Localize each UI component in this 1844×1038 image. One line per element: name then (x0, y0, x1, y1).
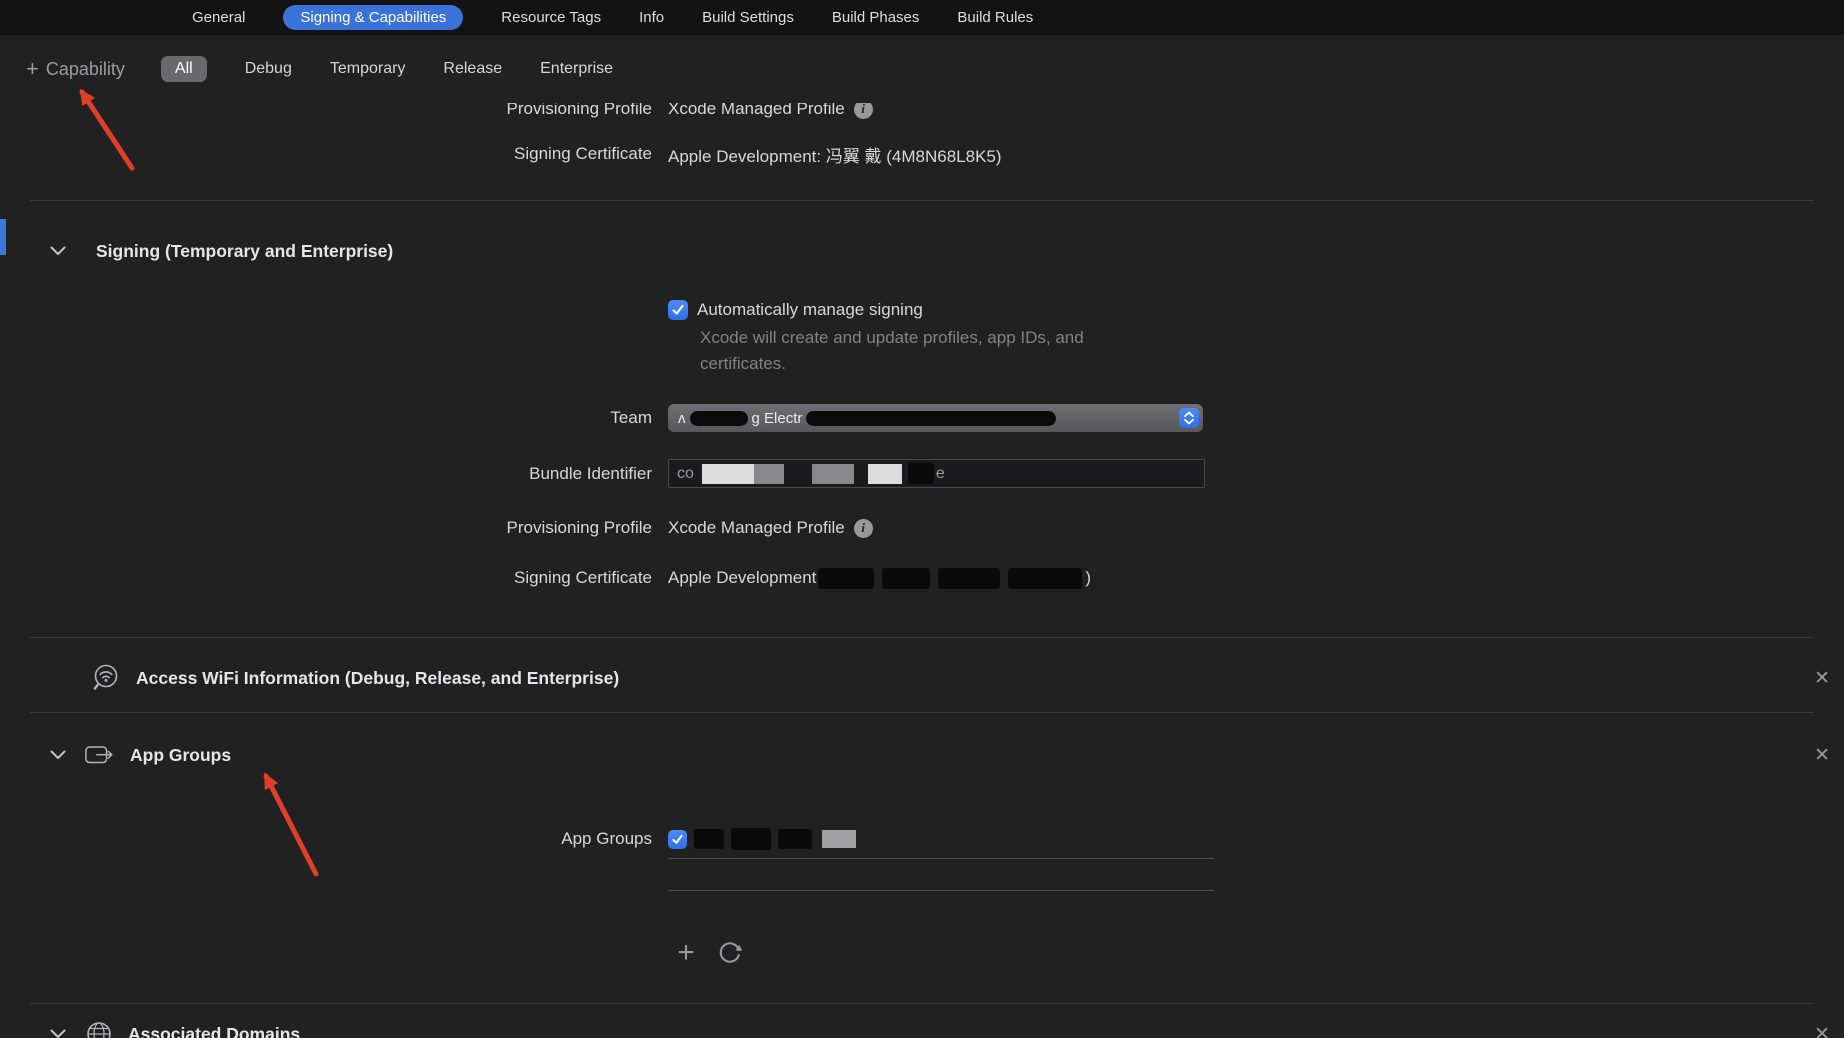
team-row: Team ʌ g Electr (0, 404, 1844, 432)
provisioning-profile-row: Provisioning Profile Xcode Managed Profi… (0, 511, 1844, 545)
info-icon[interactable]: i (853, 518, 873, 538)
team-visible-fragment: g Electr (751, 409, 803, 427)
provisioning-profile-label: Provisioning Profile (506, 518, 652, 537)
tab-info[interactable]: Info (639, 9, 664, 26)
disclosure-chevron-icon[interactable] (50, 750, 66, 760)
signing-certificate-label: Signing Certificate (514, 568, 652, 587)
add-app-group-button[interactable]: + (672, 938, 700, 968)
redaction-block (907, 463, 934, 484)
signing-certificate-label: Signing Certificate (514, 144, 652, 163)
signing-certificate-visible-prefix: Apple Development (668, 568, 817, 587)
bundle-identifier-row: Bundle Identifier co e (0, 459, 1844, 488)
bundle-id-visible-prefix: co (677, 464, 694, 482)
redaction-block (778, 829, 812, 849)
divider (30, 1003, 1814, 1004)
filter-debug[interactable]: Debug (245, 60, 292, 78)
redaction-block (1008, 567, 1083, 589)
configuration-filter: All Debug Temporary Release Enterprise (160, 56, 613, 82)
redaction-block (822, 830, 856, 848)
redaction-block (731, 828, 771, 850)
section-title: Associated Domains (128, 1023, 301, 1038)
signing-certificate-visible-suffix: ) (1085, 568, 1092, 587)
signing-certificate-row: Signing Certificate Apple Development ) (0, 561, 1844, 595)
remove-capability-icon[interactable]: ✕ (1814, 667, 1830, 690)
redaction-block (806, 410, 1057, 426)
auto-manage-signing-row: Automatically manage signing (0, 293, 1844, 327)
redaction-block (753, 463, 784, 484)
filter-enterprise[interactable]: Enterprise (540, 60, 613, 78)
refresh-app-groups-button[interactable] (716, 939, 744, 967)
tab-general[interactable]: General (192, 9, 245, 26)
app-groups-table-line (668, 858, 1214, 859)
redaction-block (689, 410, 748, 426)
app-groups-field-label: App Groups (561, 829, 652, 848)
team-redacted-fragment: ʌ (678, 409, 686, 427)
bundle-identifier-label: Bundle Identifier (529, 463, 652, 483)
section-access-wifi-information: Access WiFi Information (Debug, Release,… (0, 659, 1844, 697)
add-capability-label: Capability (45, 58, 125, 79)
redaction-block (818, 567, 875, 589)
disclosure-chevron-icon[interactable] (50, 1029, 66, 1038)
remove-capability-icon[interactable]: ✕ (1814, 1023, 1830, 1038)
bundle-id-visible-suffix: e (935, 464, 945, 482)
signing-certificate-value: Apple Development: 冯翼 戴 (4M8N68L8K5) (668, 146, 1002, 166)
section-app-groups: App Groups ✕ (0, 737, 1844, 773)
remove-capability-icon[interactable]: ✕ (1814, 744, 1830, 767)
auto-signing-note: Xcode will create and update profiles, a… (700, 328, 1084, 373)
signing-certificate-row-clipped: Signing Certificate Apple Development: 冯… (0, 136, 1844, 172)
disclosure-chevron-icon[interactable] (50, 246, 66, 256)
team-dropdown[interactable]: ʌ g Electr (668, 404, 1203, 432)
divider (30, 200, 1814, 201)
signing-capabilities-content: Provisioning Profile Xcode Managed Profi… (0, 103, 1844, 1038)
section-title: App Groups (130, 744, 232, 765)
redaction-block (938, 567, 1001, 589)
xcode-signing-capabilities-editor: General Signing & Capabilities Resource … (0, 0, 1844, 1038)
capability-toolbar: + Capability All Debug Temporary Release… (0, 35, 1844, 103)
redaction-block (867, 463, 902, 484)
provisioning-profile-value: Xcode Managed Profile (668, 518, 845, 537)
tab-build-settings[interactable]: Build Settings (702, 9, 794, 26)
app-groups-table-line (668, 890, 1214, 891)
auto-signing-checkbox[interactable] (668, 300, 688, 320)
dropdown-stepper-icon[interactable] (1179, 408, 1199, 428)
app-groups-actions: + (672, 938, 744, 968)
plus-icon: + (26, 56, 39, 81)
redaction-block (694, 829, 724, 849)
section-title: Access WiFi Information (Debug, Release,… (136, 667, 620, 688)
add-capability-button[interactable]: + Capability (26, 58, 125, 80)
filter-release[interactable]: Release (443, 60, 502, 78)
team-label: Team (610, 408, 652, 427)
app-groups-value-row: App Groups (0, 823, 1844, 855)
tab-resource-tags[interactable]: Resource Tags (501, 9, 601, 26)
left-accent-strip (0, 219, 6, 255)
app-groups-icon (84, 743, 116, 767)
auto-signing-label: Automatically manage signing (697, 300, 923, 319)
bundle-identifier-field[interactable]: co e (668, 459, 1205, 488)
tab-build-phases[interactable]: Build Phases (832, 9, 920, 26)
wifi-search-icon (90, 662, 122, 694)
section-title: Signing (Temporary and Enterprise) (96, 240, 394, 261)
info-icon[interactable]: i (853, 103, 873, 119)
filter-all[interactable]: All (160, 56, 207, 82)
redaction-block (882, 567, 931, 589)
provisioning-profile-label: Provisioning Profile (506, 103, 652, 118)
provisioning-profile-row-clipped: Provisioning Profile Xcode Managed Profi… (0, 103, 1844, 127)
app-group-checkbox[interactable] (668, 829, 687, 849)
globe-icon (84, 1019, 114, 1038)
project-tab-bar: General Signing & Capabilities Resource … (0, 0, 1844, 35)
section-associated-domains: Associated Domains ✕ (0, 1016, 1844, 1038)
divider (30, 712, 1814, 713)
tab-signing-capabilities[interactable]: Signing & Capabilities (283, 5, 464, 30)
section-signing-temporary-enterprise: Signing (Temporary and Enterprise) (0, 233, 1844, 269)
tab-build-rules[interactable]: Build Rules (957, 9, 1033, 26)
filter-temporary[interactable]: Temporary (330, 60, 406, 78)
provisioning-profile-value: Xcode Managed Profile (668, 103, 845, 118)
redaction-block (701, 463, 754, 484)
divider (30, 637, 1814, 638)
redaction-block (811, 463, 854, 484)
